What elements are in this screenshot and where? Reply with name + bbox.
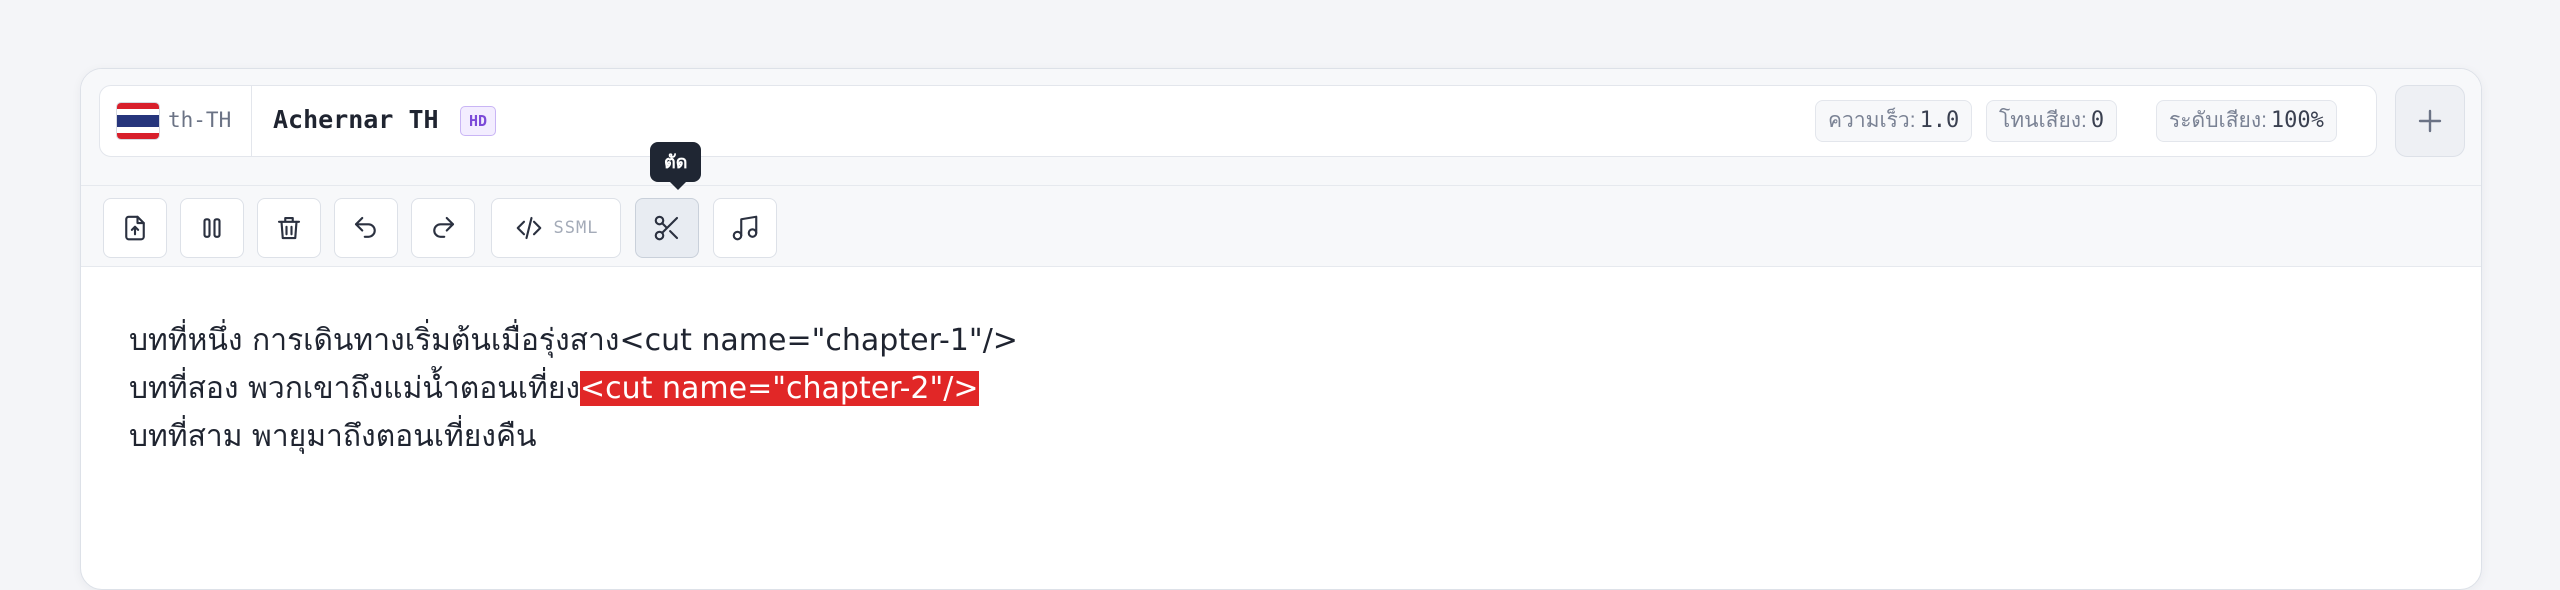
trash-icon [277, 216, 301, 240]
scissors-icon [654, 215, 679, 241]
thailand-flag-icon [116, 102, 160, 140]
pitch-param[interactable]: โทนเสียง: 0 [1986, 100, 2118, 142]
pitch-label: โทนเสียง: [1999, 109, 2087, 132]
hd-badge: HD [460, 106, 497, 136]
volume-label: ระดับเสียง: [2169, 109, 2267, 132]
ssml-button[interactable]: SSML [491, 198, 621, 258]
language-selector[interactable]: th-TH [100, 86, 252, 156]
delete-button[interactable] [257, 198, 321, 258]
editor-line-1: บทที่หนึ่ง การเดินทางเริ่มต้นเมื่อรุ่งสา… [129, 317, 2429, 365]
redo-icon [433, 216, 455, 238]
pause-icon [203, 218, 221, 238]
toolbar-divider [81, 266, 2481, 267]
line-text: บทที่สาม พายุมาถึงตอนเที่ยงคืน [129, 419, 537, 454]
tts-editor-card: th-TH Achernar TH HD ความเร็ว: 1.0 โทนเสี… [80, 68, 2482, 590]
ssml-text-editor[interactable]: บทที่หนึ่ง การเดินทางเริ่มต้นเมื่อรุ่งสา… [129, 317, 2429, 461]
upload-file-button[interactable] [103, 198, 167, 258]
cut-button[interactable] [635, 198, 699, 258]
undo-icon [354, 216, 376, 238]
redo-button[interactable] [411, 198, 475, 258]
speed-param[interactable]: ความเร็ว: 1.0 [1815, 100, 1973, 142]
add-voice-button[interactable] [2395, 85, 2465, 157]
cut-tag: <cut name="chapter-1"/> [619, 323, 1018, 358]
music-note-icon [732, 215, 758, 241]
line-text: บทที่หนึ่ง การเดินทางเริ่มต้นเมื่อรุ่งสา… [129, 323, 620, 358]
tooltip-arrow [669, 181, 687, 190]
volume-param[interactable]: ระดับเสียง: 100% [2156, 100, 2337, 142]
ssml-label: SSML [553, 218, 599, 238]
code-icon [516, 216, 541, 240]
language-code: th-TH [168, 108, 232, 132]
undo-button[interactable] [334, 198, 398, 258]
pause-button[interactable] [180, 198, 244, 258]
toolbar: SSML [81, 186, 2481, 266]
cut-tag-highlighted: <cut name="chapter-2"/> [580, 371, 979, 406]
editor-line-2: บทที่สอง พวกเขาถึงแม่น้ำตอนเที่ยง<cut na… [129, 365, 2429, 413]
editor-line-3: บทที่สาม พายุมาถึงตอนเที่ยงคืน [129, 413, 2429, 461]
speed-value: 1.0 [1919, 108, 1960, 133]
plus-icon [2418, 109, 2442, 133]
voice-selector[interactable]: th-TH Achernar TH HD ความเร็ว: 1.0 โทนเสี… [99, 85, 2377, 157]
volume-value: 100% [2270, 108, 2324, 133]
voice-name: Achernar TH [273, 105, 439, 134]
pitch-value: 0 [2090, 108, 2105, 133]
music-button[interactable] [713, 198, 777, 258]
line-text: บทที่สอง พวกเขาถึงแม่น้ำตอนเที่ยง [129, 371, 581, 406]
voice-header: th-TH Achernar TH HD ความเร็ว: 1.0 โทนเสี… [81, 69, 2481, 185]
file-upload-icon [125, 215, 145, 241]
cut-tooltip: ตัด [650, 142, 702, 182]
speed-label: ความเร็ว: [1828, 109, 1916, 132]
